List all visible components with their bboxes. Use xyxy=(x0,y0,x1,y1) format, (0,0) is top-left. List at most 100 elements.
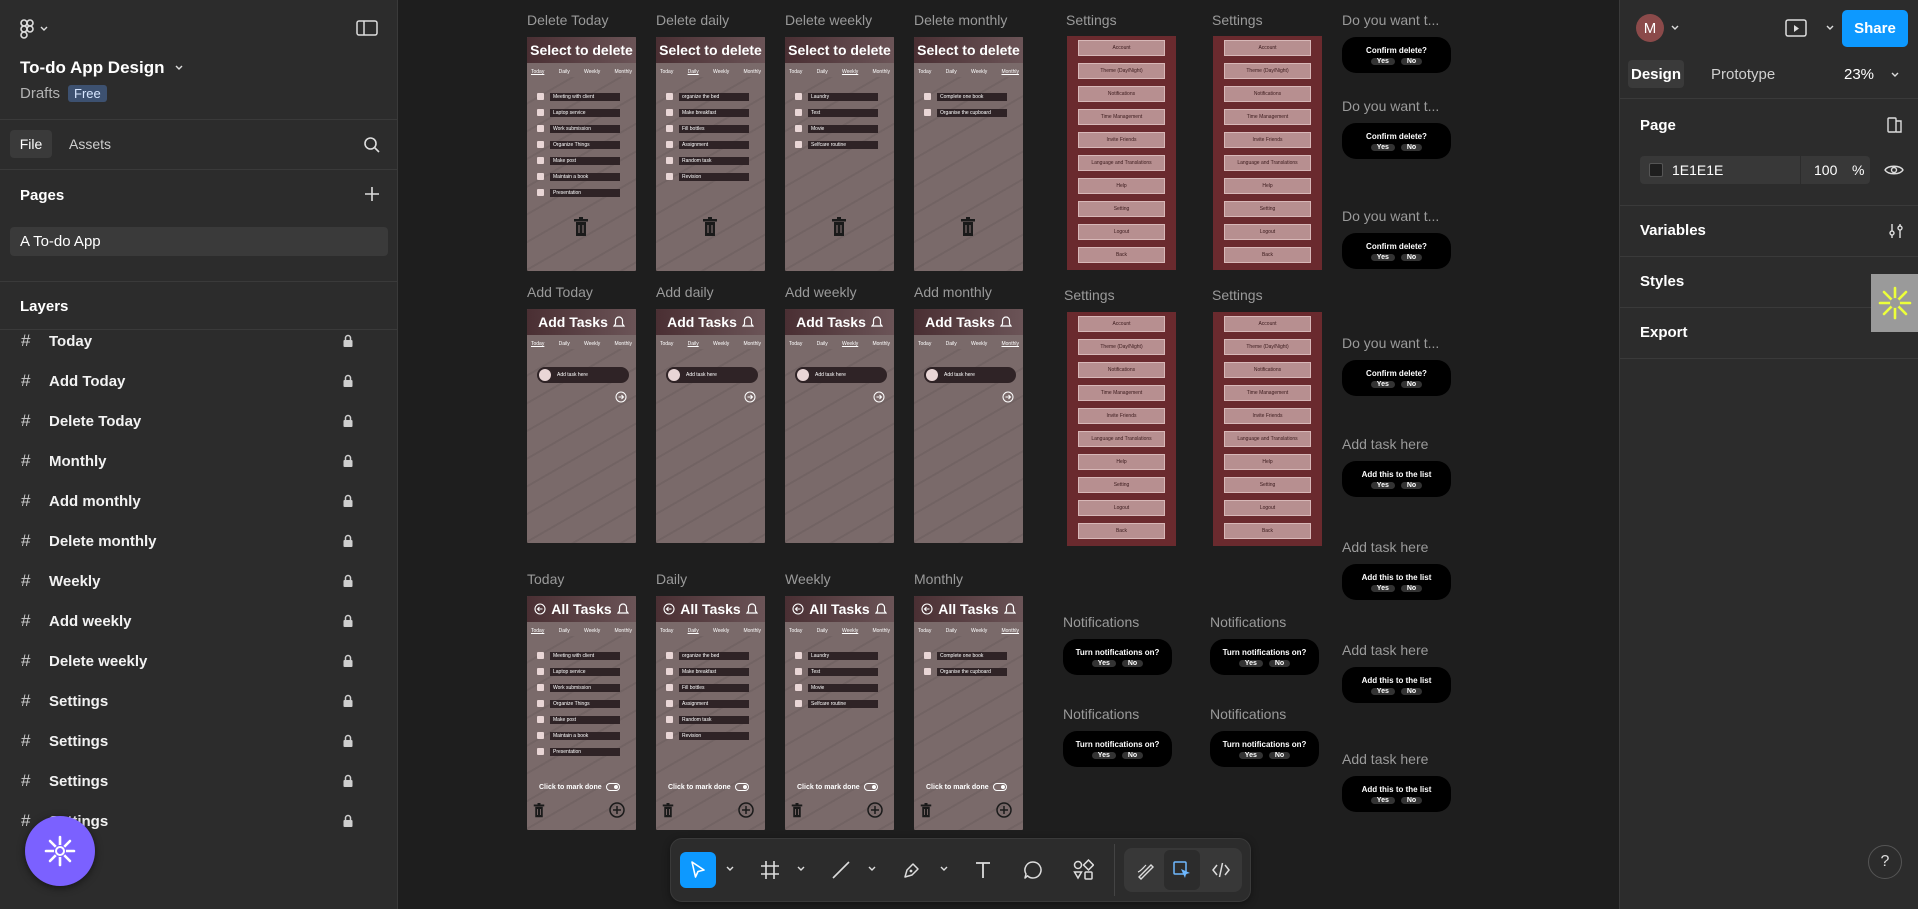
yes-button[interactable]: Yes xyxy=(1370,143,1395,151)
color-swatch[interactable] xyxy=(1649,163,1663,177)
yes-button[interactable]: Yes xyxy=(1370,380,1395,388)
frame-label[interactable]: Delete daily xyxy=(656,12,729,28)
frame-label[interactable]: Add weekly xyxy=(785,284,857,300)
settings-option[interactable]: Back xyxy=(1077,523,1166,539)
layer-item[interactable]: # Delete monthly xyxy=(0,521,397,561)
tab-design[interactable]: Design xyxy=(1628,60,1684,88)
chevron-down-icon[interactable] xyxy=(1890,70,1900,80)
checkbox[interactable] xyxy=(537,189,544,196)
export-section[interactable]: Export xyxy=(1640,324,1688,341)
notifications-popup[interactable]: Turn notifications on? Yes No xyxy=(1063,639,1172,675)
frame-label[interactable]: Add task here xyxy=(1342,642,1428,658)
settings-option[interactable]: Notifications xyxy=(1223,362,1312,378)
help-button[interactable]: ? xyxy=(1868,845,1902,879)
checkbox[interactable] xyxy=(537,141,544,148)
frame-tab[interactable]: Monthly xyxy=(614,628,632,638)
settings-option[interactable]: Language and Translations xyxy=(1223,431,1312,447)
add-task-popup[interactable]: Add this to the list Yes No xyxy=(1342,564,1451,600)
notifications-popup[interactable]: Turn notifications on? Yes No xyxy=(1063,731,1172,767)
settings-option[interactable]: Back xyxy=(1077,247,1166,263)
delete-frame[interactable]: Select to delete Today Daily Weekly Monthly o… xyxy=(656,37,765,271)
page-bg-opacity[interactable]: 100 xyxy=(1814,162,1837,178)
frame-label[interactable]: Do you want t... xyxy=(1342,208,1439,224)
frame-label[interactable]: Settings xyxy=(1212,287,1263,303)
frame-tab[interactable]: Monthly xyxy=(743,69,761,79)
task-item[interactable]: Revision xyxy=(666,731,749,740)
settings-option[interactable]: Language and Translations xyxy=(1077,155,1166,171)
frame-tab[interactable]: Daily xyxy=(559,628,570,638)
settings-option[interactable]: Logout xyxy=(1077,224,1166,240)
frame-tab[interactable]: Today xyxy=(660,69,673,79)
task-item[interactable]: Make breakfast xyxy=(666,108,749,117)
sliders-icon[interactable] xyxy=(1887,222,1905,240)
frame-label[interactable]: Today xyxy=(527,571,564,587)
task-item[interactable]: Laptop service xyxy=(537,108,620,117)
checkbox[interactable] xyxy=(666,716,673,723)
chevron-down-icon[interactable] xyxy=(1825,23,1835,33)
add-frame[interactable]: Add Tasks Today Daily Weekly Monthly Add task… xyxy=(785,309,894,543)
frame-tab[interactable]: Today xyxy=(789,341,802,351)
confirm-delete-popup[interactable]: Confirm delete? Yes No xyxy=(1342,233,1451,269)
frame-label[interactable]: Settings xyxy=(1064,287,1115,303)
frame-label[interactable]: Notifications xyxy=(1063,706,1139,722)
confirm-delete-popup[interactable]: Confirm delete? Yes No xyxy=(1342,37,1451,73)
frame-tab[interactable]: Weekly xyxy=(842,628,858,638)
task-item[interactable]: Random task xyxy=(666,156,749,165)
settings-option[interactable]: Time Management xyxy=(1223,109,1312,125)
settings-option[interactable]: Back xyxy=(1223,247,1312,263)
styles-section[interactable]: Styles xyxy=(1640,273,1684,290)
checkbox[interactable] xyxy=(537,652,544,659)
frame-label[interactable]: Do you want t... xyxy=(1342,335,1439,351)
layer-item[interactable]: # Today xyxy=(0,321,397,361)
frame-tab[interactable]: Today xyxy=(789,69,802,79)
layer-item[interactable]: # Settings xyxy=(0,681,397,721)
checkbox[interactable] xyxy=(795,668,802,675)
frame-tab[interactable]: Weekly xyxy=(971,628,987,638)
no-button[interactable]: No xyxy=(1400,687,1423,695)
task-item[interactable]: Random task xyxy=(666,715,749,724)
layer-item[interactable]: # Settings xyxy=(0,761,397,801)
resources-tool-button[interactable] xyxy=(1065,852,1101,888)
checkbox[interactable] xyxy=(666,173,673,180)
task-item[interactable]: Test xyxy=(795,667,878,676)
notifications-popup[interactable]: Turn notifications on? Yes No xyxy=(1210,731,1319,767)
frame-tab[interactable]: Monthly xyxy=(1001,69,1019,79)
settings-option[interactable]: Help xyxy=(1223,454,1312,470)
plugin-button[interactable] xyxy=(25,816,95,886)
settings-option[interactable]: Notifications xyxy=(1077,86,1166,102)
frame-tab[interactable]: Monthly xyxy=(614,69,632,79)
task-item[interactable]: Fill bottles xyxy=(666,124,749,133)
task-item[interactable]: Assignment xyxy=(666,699,749,708)
frame-tab[interactable]: Daily xyxy=(946,69,957,79)
settings-option[interactable]: Logout xyxy=(1223,500,1312,516)
settings-option[interactable]: Invite Friends xyxy=(1223,132,1312,148)
settings-option[interactable]: Setting xyxy=(1223,201,1312,217)
checkbox[interactable] xyxy=(537,157,544,164)
task-item[interactable]: Make post xyxy=(537,715,620,724)
task-item[interactable]: Presentation xyxy=(537,747,620,756)
frame-label[interactable]: Do you want t... xyxy=(1342,98,1439,114)
frame-tab[interactable]: Weekly xyxy=(584,69,600,79)
task-item[interactable]: Complete one book xyxy=(924,92,1007,101)
tab-prototype[interactable]: Prototype xyxy=(1711,66,1775,83)
chevron-down-icon[interactable] xyxy=(1670,23,1680,33)
settings-option[interactable]: Theme (Day/Night) xyxy=(1223,63,1312,79)
no-button[interactable]: No xyxy=(1400,380,1423,388)
task-item[interactable]: Make post xyxy=(537,156,620,165)
frame-tab[interactable]: Daily xyxy=(688,69,699,79)
frame-tab[interactable]: Monthly xyxy=(1001,628,1019,638)
frame-tab[interactable]: Weekly xyxy=(584,341,600,351)
eye-icon[interactable] xyxy=(1884,162,1904,178)
task-item[interactable]: Test xyxy=(795,108,878,117)
frame-tab[interactable]: Daily xyxy=(946,628,957,638)
frame-tab[interactable]: Weekly xyxy=(842,69,858,79)
pen-tool-button[interactable] xyxy=(894,852,930,888)
task-input[interactable]: Add task here xyxy=(795,367,887,383)
confirm-delete-popup[interactable]: Confirm delete? Yes No xyxy=(1342,123,1451,159)
task-item[interactable]: organize the bed xyxy=(666,92,749,101)
task-item[interactable]: Laptop service xyxy=(537,667,620,676)
frame-tab[interactable]: Daily xyxy=(688,628,699,638)
frame-tab[interactable]: Today xyxy=(918,341,931,351)
no-button[interactable]: No xyxy=(1400,143,1423,151)
checkbox[interactable] xyxy=(924,668,931,675)
